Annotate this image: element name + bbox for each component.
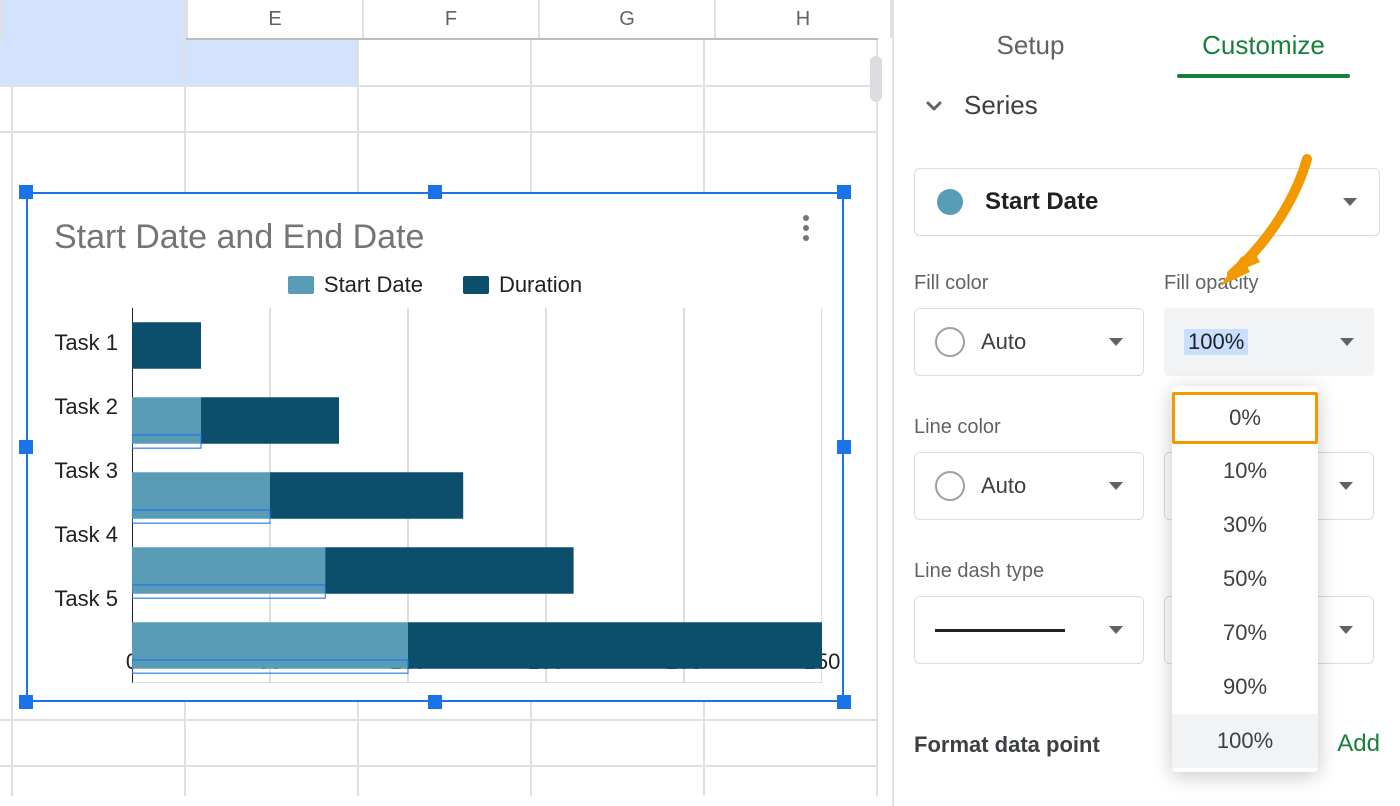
vertical-scrollbar-thumb[interactable] (870, 56, 882, 102)
cell-selected-e[interactable] (185, 40, 358, 86)
series-selected-label: Start Date (985, 188, 1098, 216)
col-header-h[interactable]: H (716, 0, 892, 38)
tab-customize[interactable]: Customize (1147, 20, 1380, 74)
opacity-option-0[interactable]: 0% (1172, 392, 1318, 444)
resize-handle-br[interactable] (837, 695, 851, 709)
add-data-point-button[interactable]: Add (1337, 730, 1380, 758)
chart-editor-sidebar: Setup Customize Series Start Date Fill c… (892, 0, 1400, 806)
series-selector[interactable]: Start Date (914, 168, 1380, 236)
opacity-option-70[interactable]: 70% (1172, 606, 1318, 660)
resize-handle-tl[interactable] (19, 185, 33, 199)
fill-color-dropdown[interactable]: Auto (914, 308, 1144, 376)
legend-label: Start Date (324, 272, 423, 298)
chart-legend: Start Date Duration (32, 272, 838, 298)
fill-opacity-dropdown[interactable]: 100% (1164, 308, 1374, 376)
chevron-down-icon (1340, 338, 1354, 346)
chart-plot-area (132, 308, 822, 683)
chevron-down-icon (1339, 482, 1353, 490)
opacity-option-30[interactable]: 30% (1172, 498, 1318, 552)
embedded-chart[interactable]: Start Date and End Date Start Date Durat… (26, 192, 844, 702)
opacity-option-90[interactable]: 90% (1172, 660, 1318, 714)
label-fill-opacity: Fill opacity (1164, 272, 1258, 295)
chevron-down-icon (1109, 482, 1123, 490)
legend-swatch-start-date (288, 276, 314, 294)
chevron-down-icon (1109, 626, 1123, 634)
resize-handle-bl[interactable] (19, 695, 33, 709)
label-fill-color: Fill color (914, 272, 988, 295)
col-header-f[interactable]: F (364, 0, 540, 38)
color-preview-icon (935, 471, 965, 501)
label-line-color: Line color (914, 416, 1001, 439)
label-format-data-point: Format data point (914, 732, 1100, 758)
series-color-dot (937, 189, 963, 215)
resize-handle-mr[interactable] (837, 440, 851, 454)
chevron-down-icon (1109, 338, 1123, 346)
line-dash-preview (935, 629, 1065, 632)
tab-setup[interactable]: Setup (914, 20, 1147, 74)
resize-handle-bm[interactable] (428, 695, 442, 709)
section-series-header[interactable]: Series (922, 90, 1038, 121)
legend-item-start-date[interactable]: Start Date (288, 272, 423, 298)
legend-label: Duration (499, 272, 582, 298)
line-dash-dropdown[interactable] (914, 596, 1144, 664)
legend-item-duration[interactable]: Duration (463, 272, 582, 298)
legend-swatch-duration (463, 276, 489, 294)
chevron-down-icon (1343, 198, 1357, 206)
resize-handle-tr[interactable] (837, 185, 851, 199)
chart-menu-button[interactable] (790, 212, 822, 244)
chart-title[interactable]: Start Date and End Date (54, 218, 424, 257)
resize-handle-ml[interactable] (19, 440, 33, 454)
fill-opacity-menu[interactable]: 0% 10% 30% 50% 70% 90% 100% (1172, 386, 1318, 772)
chevron-down-icon (1339, 626, 1353, 634)
chart-y-labels: Task 1 Task 2 Task 3 Task 4 Task 5 (50, 308, 128, 648)
opacity-option-100[interactable]: 100% (1172, 714, 1318, 768)
cell-selected-d[interactable] (0, 40, 185, 86)
col-header-g[interactable]: G (540, 0, 716, 38)
resize-handle-tm[interactable] (428, 185, 442, 199)
label-line-dash: Line dash type (914, 560, 1044, 583)
opacity-option-10[interactable]: 10% (1172, 444, 1318, 498)
chart-editor-tabs: Setup Customize (914, 20, 1380, 74)
chevron-down-icon (922, 94, 946, 118)
line-color-dropdown[interactable]: Auto (914, 452, 1144, 520)
color-preview-icon (935, 327, 965, 357)
spreadsheet-grid: D E F G H Start Date and (0, 0, 892, 806)
opacity-option-50[interactable]: 50% (1172, 552, 1318, 606)
col-header-e[interactable]: E (188, 0, 364, 38)
